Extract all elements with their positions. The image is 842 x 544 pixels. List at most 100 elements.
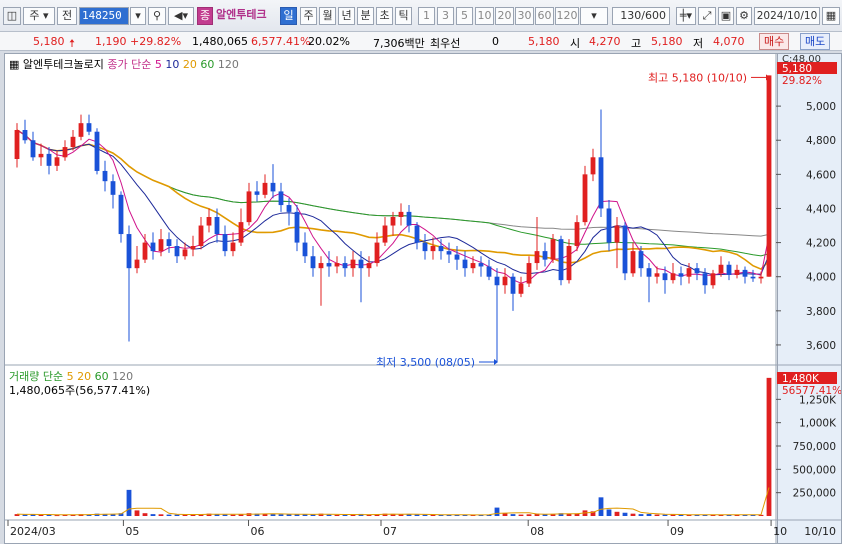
current-volume-label: 1,480K <box>782 373 820 385</box>
candle-body <box>502 276 508 286</box>
candle-body <box>374 242 380 264</box>
candle-body <box>350 259 356 269</box>
price-tick-label: 4,000 <box>806 272 836 284</box>
layout-icon[interactable]: ◫ <box>3 7 21 25</box>
candle-body <box>110 181 116 195</box>
volume-bar <box>494 507 500 516</box>
code-dropdown-icon[interactable]: ▾ <box>130 7 146 25</box>
current-pct-label: 29.82% <box>782 75 822 87</box>
volume-bar <box>662 514 668 516</box>
candle-body <box>710 273 716 286</box>
candle-body <box>686 268 692 277</box>
price-tick-label: 5,000 <box>806 101 836 113</box>
tick-3[interactable]: 3 <box>437 7 454 25</box>
volume-bar <box>598 497 604 516</box>
volume-bar <box>518 514 524 516</box>
up-arrow-icon: 🠅 <box>69 37 76 50</box>
period-second[interactable]: 초 <box>376 7 393 25</box>
candle-body <box>390 217 396 226</box>
quote-price: 5,180 <box>33 35 65 48</box>
candle-body <box>598 157 604 209</box>
period-day[interactable]: 일 <box>280 7 297 25</box>
tick-5[interactable]: 5 <box>456 7 473 25</box>
volume-bar <box>526 514 532 516</box>
period-minute[interactable]: 분 <box>357 7 374 25</box>
price-tick-label: 4,400 <box>806 203 836 215</box>
candle-body <box>462 259 468 269</box>
candle-body <box>30 140 36 158</box>
toolbar: ◫ 주 ▾ 전 148250 ▾ ⚲ ◀▾ 종 알엔투테크 일 주 월 년 분 … <box>0 0 842 32</box>
candle-body <box>566 246 572 281</box>
candle-body <box>582 174 588 223</box>
candle-body <box>46 153 52 166</box>
tick-1[interactable]: 1 <box>418 7 435 25</box>
calendar-icon[interactable]: ▦ <box>822 7 840 25</box>
candle-body <box>158 239 164 252</box>
candle-body <box>318 263 324 269</box>
candle-body <box>270 182 276 192</box>
tick-custom-input[interactable]: ▾ <box>580 7 608 25</box>
candle-body <box>654 273 660 277</box>
candle-body <box>246 191 252 223</box>
candle-icon[interactable]: ╪▾ <box>676 7 696 25</box>
volume-tick-label: 250,000 <box>793 488 836 500</box>
tick-120[interactable]: 120 <box>555 7 579 25</box>
candle-body <box>382 225 388 243</box>
quote-bar: 5,180 🠅 1,190 +29.82% 1,480,065 6,577.41… <box>0 32 842 51</box>
chart-settings-icon[interactable]: ▦ <box>9 58 19 71</box>
type-select[interactable]: 전 <box>57 7 77 25</box>
volume-bar <box>270 514 276 516</box>
date-label: 07 <box>383 525 397 538</box>
series-label: 종가 단순 <box>107 58 152 71</box>
candle-body <box>766 75 772 277</box>
volume-bar <box>286 514 292 516</box>
period-week[interactable]: 주 <box>300 7 317 25</box>
volume-bar <box>230 514 236 516</box>
date-label: 08 <box>530 525 544 538</box>
candle-body <box>302 242 308 257</box>
date-input[interactable]: 2024/10/10 <box>754 7 820 25</box>
stock-code-input[interactable]: 148250 <box>79 7 129 25</box>
zoom-icon[interactable]: ⤢ <box>698 7 716 25</box>
period-tick[interactable]: 틱 <box>395 7 412 25</box>
volume-bar <box>414 514 420 516</box>
candle-body <box>134 259 140 269</box>
candle-body <box>190 246 196 250</box>
chart-svg[interactable]: 5,000 4,800 4,600 4,400 4,200 4,000 3,800 3,600… <box>5 54 841 543</box>
price-legend: ▦ 알엔투테크놀로지 종가 단순 5 10 20 60 120 <box>9 56 239 72</box>
tick-30[interactable]: 30 <box>515 7 534 25</box>
volume-bar <box>222 514 228 516</box>
candle-body <box>254 191 260 195</box>
buy-button[interactable]: 매수 <box>759 33 790 50</box>
period-month[interactable]: 월 <box>319 7 336 25</box>
save-icon[interactable]: ▣ <box>718 7 734 25</box>
candle-body <box>70 136 76 148</box>
search-icon[interactable]: ⚲ <box>148 7 166 25</box>
candle-body <box>78 123 84 137</box>
current-ratio-label: C:48.00 <box>782 54 821 65</box>
period-year[interactable]: 년 <box>338 7 355 25</box>
speaker-icon[interactable]: ◀▾ <box>168 7 194 25</box>
volume-bar <box>158 514 164 516</box>
tick-20[interactable]: 20 <box>495 7 514 25</box>
tick-60[interactable]: 60 <box>535 7 554 25</box>
candle-body <box>670 273 676 281</box>
gear-icon[interactable]: ⚙ <box>736 7 752 25</box>
candle-body <box>326 263 332 267</box>
candle-body <box>622 225 628 274</box>
candle-body <box>430 246 436 252</box>
price-tick-label: 4,800 <box>806 135 836 147</box>
name-badge: 종 <box>197 7 213 25</box>
chart-panel[interactable]: 5,000 4,800 4,600 4,400 4,200 4,000 3,800 3,600… <box>4 53 842 544</box>
count-display[interactable]: 130/600 <box>612 7 670 25</box>
quote-change: 1,190 <box>95 35 127 48</box>
market-select[interactable]: 주 ▾ <box>23 7 55 25</box>
sell-button[interactable]: 매도 <box>800 33 831 50</box>
tick-10[interactable]: 10 <box>475 7 494 25</box>
ma-5-label: 5 <box>154 58 162 71</box>
volume-tick-label: 500,000 <box>793 464 836 476</box>
candle-body <box>702 273 708 286</box>
stock-name: 알엔투테크 <box>216 8 267 21</box>
candle-body <box>518 283 524 294</box>
volume-bar <box>638 514 644 516</box>
